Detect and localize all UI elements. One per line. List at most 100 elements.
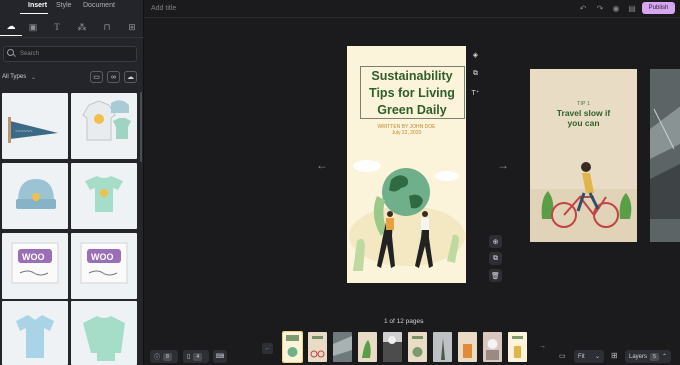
woo-poster-image: WOO	[11, 242, 59, 284]
redo-icon[interactable]: ↷	[594, 3, 606, 14]
polo-image	[16, 315, 54, 358]
publish-button[interactable]: Publish	[642, 2, 675, 14]
media-thumbnail[interactable]: WOO	[2, 233, 68, 299]
layers-button[interactable]: Layers 5 ⌃	[625, 350, 671, 363]
image-icon[interactable]: ▣	[22, 18, 44, 36]
active-tab-indicator	[20, 13, 48, 14]
page-animation-icon[interactable]: ⧉	[469, 67, 482, 80]
page-thumbnail[interactable]	[358, 332, 377, 362]
link-icon[interactable]: ∞	[107, 71, 120, 83]
delete-page-icon[interactable]: 🗑	[489, 269, 502, 282]
search-icon	[7, 49, 14, 56]
preview-icon[interactable]: ◉	[610, 3, 622, 14]
chevron-down-icon: ⌄	[420, 319, 426, 325]
grid-icon[interactable]: ⊞	[121, 18, 143, 36]
fill-icon[interactable]: ◈	[469, 48, 482, 61]
cyclist-illustration	[530, 162, 637, 242]
media-thumbnail[interactable]: ~~~~~~	[2, 93, 68, 159]
add-page-icon[interactable]: ⊕	[489, 235, 502, 248]
story-title-input[interactable]: Add title	[151, 5, 176, 12]
tab-style[interactable]: Style	[56, 2, 72, 9]
checklist-count: 8	[163, 352, 173, 361]
panel-scrollbar[interactable]	[140, 92, 142, 162]
tab-insert[interactable]: Insert	[28, 2, 47, 9]
media-thumbnail[interactable]	[71, 301, 137, 365]
prev-page-arrow-icon[interactable]: ←	[316, 158, 328, 172]
media-thumbnail[interactable]	[71, 93, 137, 159]
pennant-image: ~~~~~~	[8, 117, 58, 143]
chevron-down-icon: ⌄	[594, 354, 600, 360]
chevron-down-icon: ⌄	[31, 75, 37, 81]
page-thumbnail[interactable]	[383, 332, 402, 362]
thumb-art	[362, 340, 371, 358]
next-page-arrow-icon[interactable]: →	[497, 158, 509, 172]
page-thumbnail[interactable]	[483, 332, 502, 362]
layers-count: 5	[650, 352, 660, 361]
apparel-bundle-image	[82, 100, 131, 141]
upload-cloud-icon[interactable]: ☁	[0, 18, 22, 36]
text-icon[interactable]: T	[46, 18, 68, 36]
page-thumbnail-active[interactable]	[282, 331, 303, 363]
tshirt-image	[85, 176, 123, 212]
zoom-level: Fit	[578, 353, 585, 360]
story-title-line-3: Green Daily	[377, 103, 447, 117]
save-icon[interactable]: ▤	[626, 3, 638, 14]
alert-icon: ⓘ	[154, 355, 161, 361]
tab-document[interactable]: Document	[83, 2, 115, 9]
thumb-art	[441, 338, 445, 360]
bag-icon[interactable]: ⊓	[96, 18, 118, 36]
tip-heading-line-1: Travel slow if	[556, 108, 611, 118]
search-input[interactable]: Search	[3, 46, 137, 62]
video-icon[interactable]: ▭	[90, 71, 103, 83]
page-size-icon[interactable]: ▭	[559, 352, 566, 360]
story-date: July 22, 2020	[391, 130, 422, 136]
page-thumbnail[interactable]	[333, 332, 352, 362]
story-page-preview[interactable]	[650, 69, 680, 242]
type-filter-dropdown[interactable]: All Types	[2, 74, 26, 80]
media-thumbnail[interactable]: WOO	[71, 233, 137, 299]
thumb-art	[463, 344, 472, 358]
thumb-art	[333, 336, 352, 356]
document-check-icon: ▯	[187, 354, 191, 360]
accessibility-count: 4	[193, 352, 203, 361]
grid-view-icon[interactable]: ⊞	[611, 351, 618, 360]
page-thumbnail[interactable]	[508, 332, 527, 362]
undo-icon[interactable]: ↶	[577, 3, 589, 14]
page-count[interactable]: 1 of 12 pages	[384, 318, 423, 325]
thumb-art	[512, 336, 523, 358]
keyboard-shortcuts-button[interactable]: ⌨	[213, 350, 227, 363]
thumb-art	[486, 339, 499, 360]
media-type-tabs: ☁ ▣ T ⁂ ⊓ ⊞	[0, 18, 144, 38]
thumb-art	[412, 336, 423, 357]
woo-poster-image: WOO	[80, 242, 128, 284]
accessibility-button[interactable]: ▯ 4	[183, 350, 209, 363]
svg-text:~~~~~~: ~~~~~~	[15, 129, 33, 135]
cloud-upload-icon[interactable]: ☁	[124, 71, 137, 83]
carousel-next-icon[interactable]: →	[539, 343, 546, 350]
shapes-icon[interactable]: ⁂	[71, 18, 93, 36]
divider	[144, 17, 680, 18]
tip-label: TIP 1	[576, 101, 591, 107]
thumb-art	[383, 336, 402, 362]
beanie-image	[16, 179, 56, 209]
duplicate-page-icon[interactable]: ⧉	[489, 252, 502, 265]
page-thumbnail[interactable]	[408, 332, 427, 362]
checklist-button[interactable]: ⓘ 8	[150, 350, 178, 363]
media-thumbnail[interactable]	[2, 163, 68, 229]
thumb-art	[310, 336, 325, 358]
page-thumbnail[interactable]	[433, 332, 452, 362]
text-plus-icon[interactable]: T⁺	[469, 86, 482, 99]
story-title-line-2: Tips for Living	[369, 86, 455, 100]
media-thumbnail[interactable]	[2, 301, 68, 365]
tip-heading-line-2: you can	[567, 118, 600, 128]
story-page-preview[interactable]	[530, 69, 637, 242]
svg-text:WOO: WOO	[22, 252, 45, 262]
layers-label: Layers	[629, 353, 648, 360]
page-thumbnail[interactable]	[308, 332, 327, 362]
media-thumbnail[interactable]	[71, 163, 137, 229]
carousel-prev-icon[interactable]: ←	[262, 343, 273, 354]
chevron-up-icon: ⌃	[662, 354, 668, 360]
page-thumbnail[interactable]	[458, 332, 477, 362]
story-title-line-1: Sustainability	[371, 69, 453, 83]
zoom-dropdown[interactable]: Fit ⌄	[574, 350, 604, 363]
